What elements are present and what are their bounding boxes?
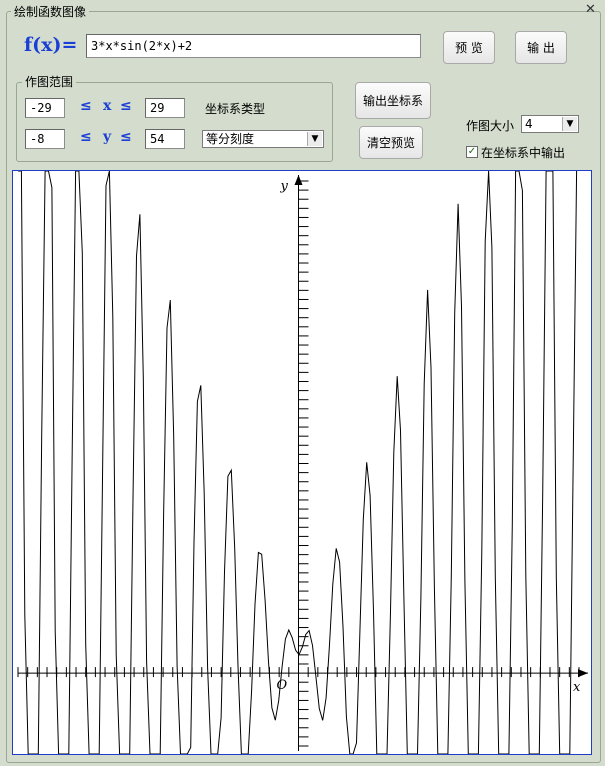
plot-size-select[interactable]: 4 ▼ xyxy=(521,115,579,133)
axis-type-value: 等分刻度 xyxy=(206,132,255,146)
range-group xyxy=(16,82,333,162)
function-label: f(x)= xyxy=(24,34,78,56)
y-axis-arrow xyxy=(294,175,303,185)
y-axis-label: y xyxy=(280,179,289,194)
plot-size-value: 4 xyxy=(525,117,533,131)
x-min-input[interactable] xyxy=(25,98,65,118)
output-in-axes-checkbox[interactable]: ✓ xyxy=(466,146,478,158)
preview-button[interactable]: 预 览 xyxy=(443,31,495,64)
range-legend: 作图范围 xyxy=(22,75,77,89)
axis-type-label: 坐标系类型 xyxy=(205,102,266,116)
x-axis-arrow xyxy=(578,669,588,678)
output-in-axes-label: 在坐标系中输出 xyxy=(481,146,566,160)
x-max-input[interactable] xyxy=(145,98,185,118)
x-var-label: x xyxy=(103,98,112,114)
plot-size-label: 作图大小 xyxy=(466,119,515,133)
x-axis-label: x xyxy=(573,680,581,695)
function-curve xyxy=(18,170,578,755)
y-min-input[interactable] xyxy=(25,129,65,149)
x-le-symbol-2: ≤ xyxy=(120,98,132,114)
y-le-symbol-2: ≤ xyxy=(120,129,132,145)
function-chart: x y O xyxy=(17,170,588,755)
close-icon[interactable]: ✕ xyxy=(585,2,596,17)
chevron-down-icon: ▼ xyxy=(307,132,322,146)
x-le-symbol-1: ≤ xyxy=(80,98,92,114)
output-button[interactable]: 输 出 xyxy=(515,31,567,64)
origin-label: O xyxy=(277,678,288,693)
plot-area: x y O xyxy=(12,170,592,755)
y-var-label: y xyxy=(103,129,112,145)
chevron-down-icon: ▼ xyxy=(562,117,577,131)
axis-type-select[interactable]: 等分刻度 ▼ xyxy=(202,130,324,148)
y-max-input[interactable] xyxy=(145,129,185,149)
y-le-symbol-1: ≤ xyxy=(80,129,92,145)
output-axes-button[interactable]: 输出坐标系 xyxy=(355,82,431,119)
window-title: 绘制函数图像 xyxy=(11,5,90,19)
expression-input[interactable] xyxy=(86,34,421,58)
clear-preview-button[interactable]: 清空预览 xyxy=(359,126,423,159)
